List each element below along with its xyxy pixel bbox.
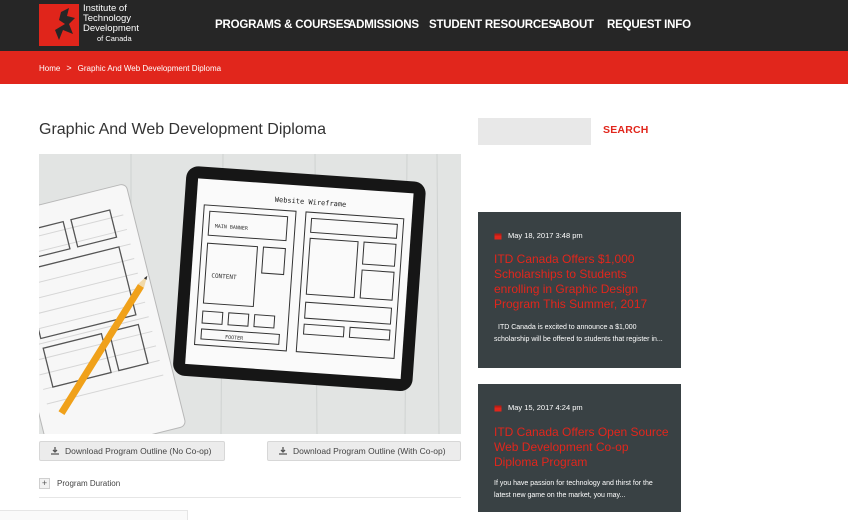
download-icon [50,446,60,456]
news-post-card: May 18, 2017 3:48 pm ITD Canada Offers $… [478,212,681,368]
search-input[interactable] [478,118,591,145]
nav-admissions[interactable]: ADMISSIONS [348,19,419,31]
download-icon [278,446,288,456]
breadcrumb-current: Graphic And Web Development Diploma [77,63,222,73]
calendar-icon [494,232,502,240]
post-date: May 15, 2017 4:24 pm [494,403,583,412]
post-title-link[interactable]: ITD Canada Offers Open Source Web Develo… [494,425,669,470]
news-post-card: May 15, 2017 4:24 pm ITD Canada Offers O… [478,384,681,512]
download-outline-no-coop-label: Download Program Outline (No Co-op) [65,446,212,456]
bottom-panel-fragment [0,510,188,520]
nav-request-info[interactable]: REQUEST INFO [607,19,691,31]
nav-programs-courses[interactable]: PROGRAMS & COURSES [215,19,351,31]
download-outline-with-coop-label: Download Program Outline (With Co-op) [293,446,446,456]
page-title: Graphic And Web Development Diploma [39,121,326,138]
tablet-wireframe-illustration: Website Wireframe MAIN BANNER CONTENT FO… [39,154,461,434]
post-title-link[interactable]: ITD Canada Offers $1,000 Scholarships to… [494,252,669,312]
calendar-icon [494,404,502,412]
main-nav: PROGRAMS & COURSES ADMISSIONS STUDENT RE… [0,19,848,35]
breadcrumb-home-link[interactable]: Home [39,64,60,73]
download-outline-no-coop-button[interactable]: Download Program Outline (No Co-op) [39,441,225,461]
breadcrumb-separator: > [66,63,72,73]
program-duration-label: Program Duration [57,478,121,488]
breadcrumb: Home > Graphic And Web Development Diplo… [39,63,221,73]
program-duration-accordion[interactable]: + Program Duration [39,477,120,489]
accordion-divider [39,497,461,498]
post-excerpt: If you have passion for technology and t… [494,480,653,499]
post-date: May 18, 2017 3:48 pm [494,231,583,240]
post-date-text: May 15, 2017 4:24 pm [508,403,583,412]
expand-plus-icon[interactable]: + [39,477,50,489]
post-excerpt: ITD Canada is excited to announce a $1,0… [494,324,663,343]
breadcrumb-bar: Home > Graphic And Web Development Diplo… [0,51,848,84]
site-header: Institute of Technology Development of C… [0,0,848,51]
nav-student-resources[interactable]: STUDENT RESOURCES [429,19,556,31]
nav-about[interactable]: ABOUT [554,19,594,31]
program-hero-image: Website Wireframe MAIN BANNER CONTENT FO… [39,154,461,434]
post-date-text: May 18, 2017 3:48 pm [508,231,583,240]
download-outline-with-coop-button[interactable]: Download Program Outline (With Co-op) [267,441,461,461]
logo-line-4: of Canada [97,34,132,43]
search-button[interactable]: SEARCH [603,124,649,136]
